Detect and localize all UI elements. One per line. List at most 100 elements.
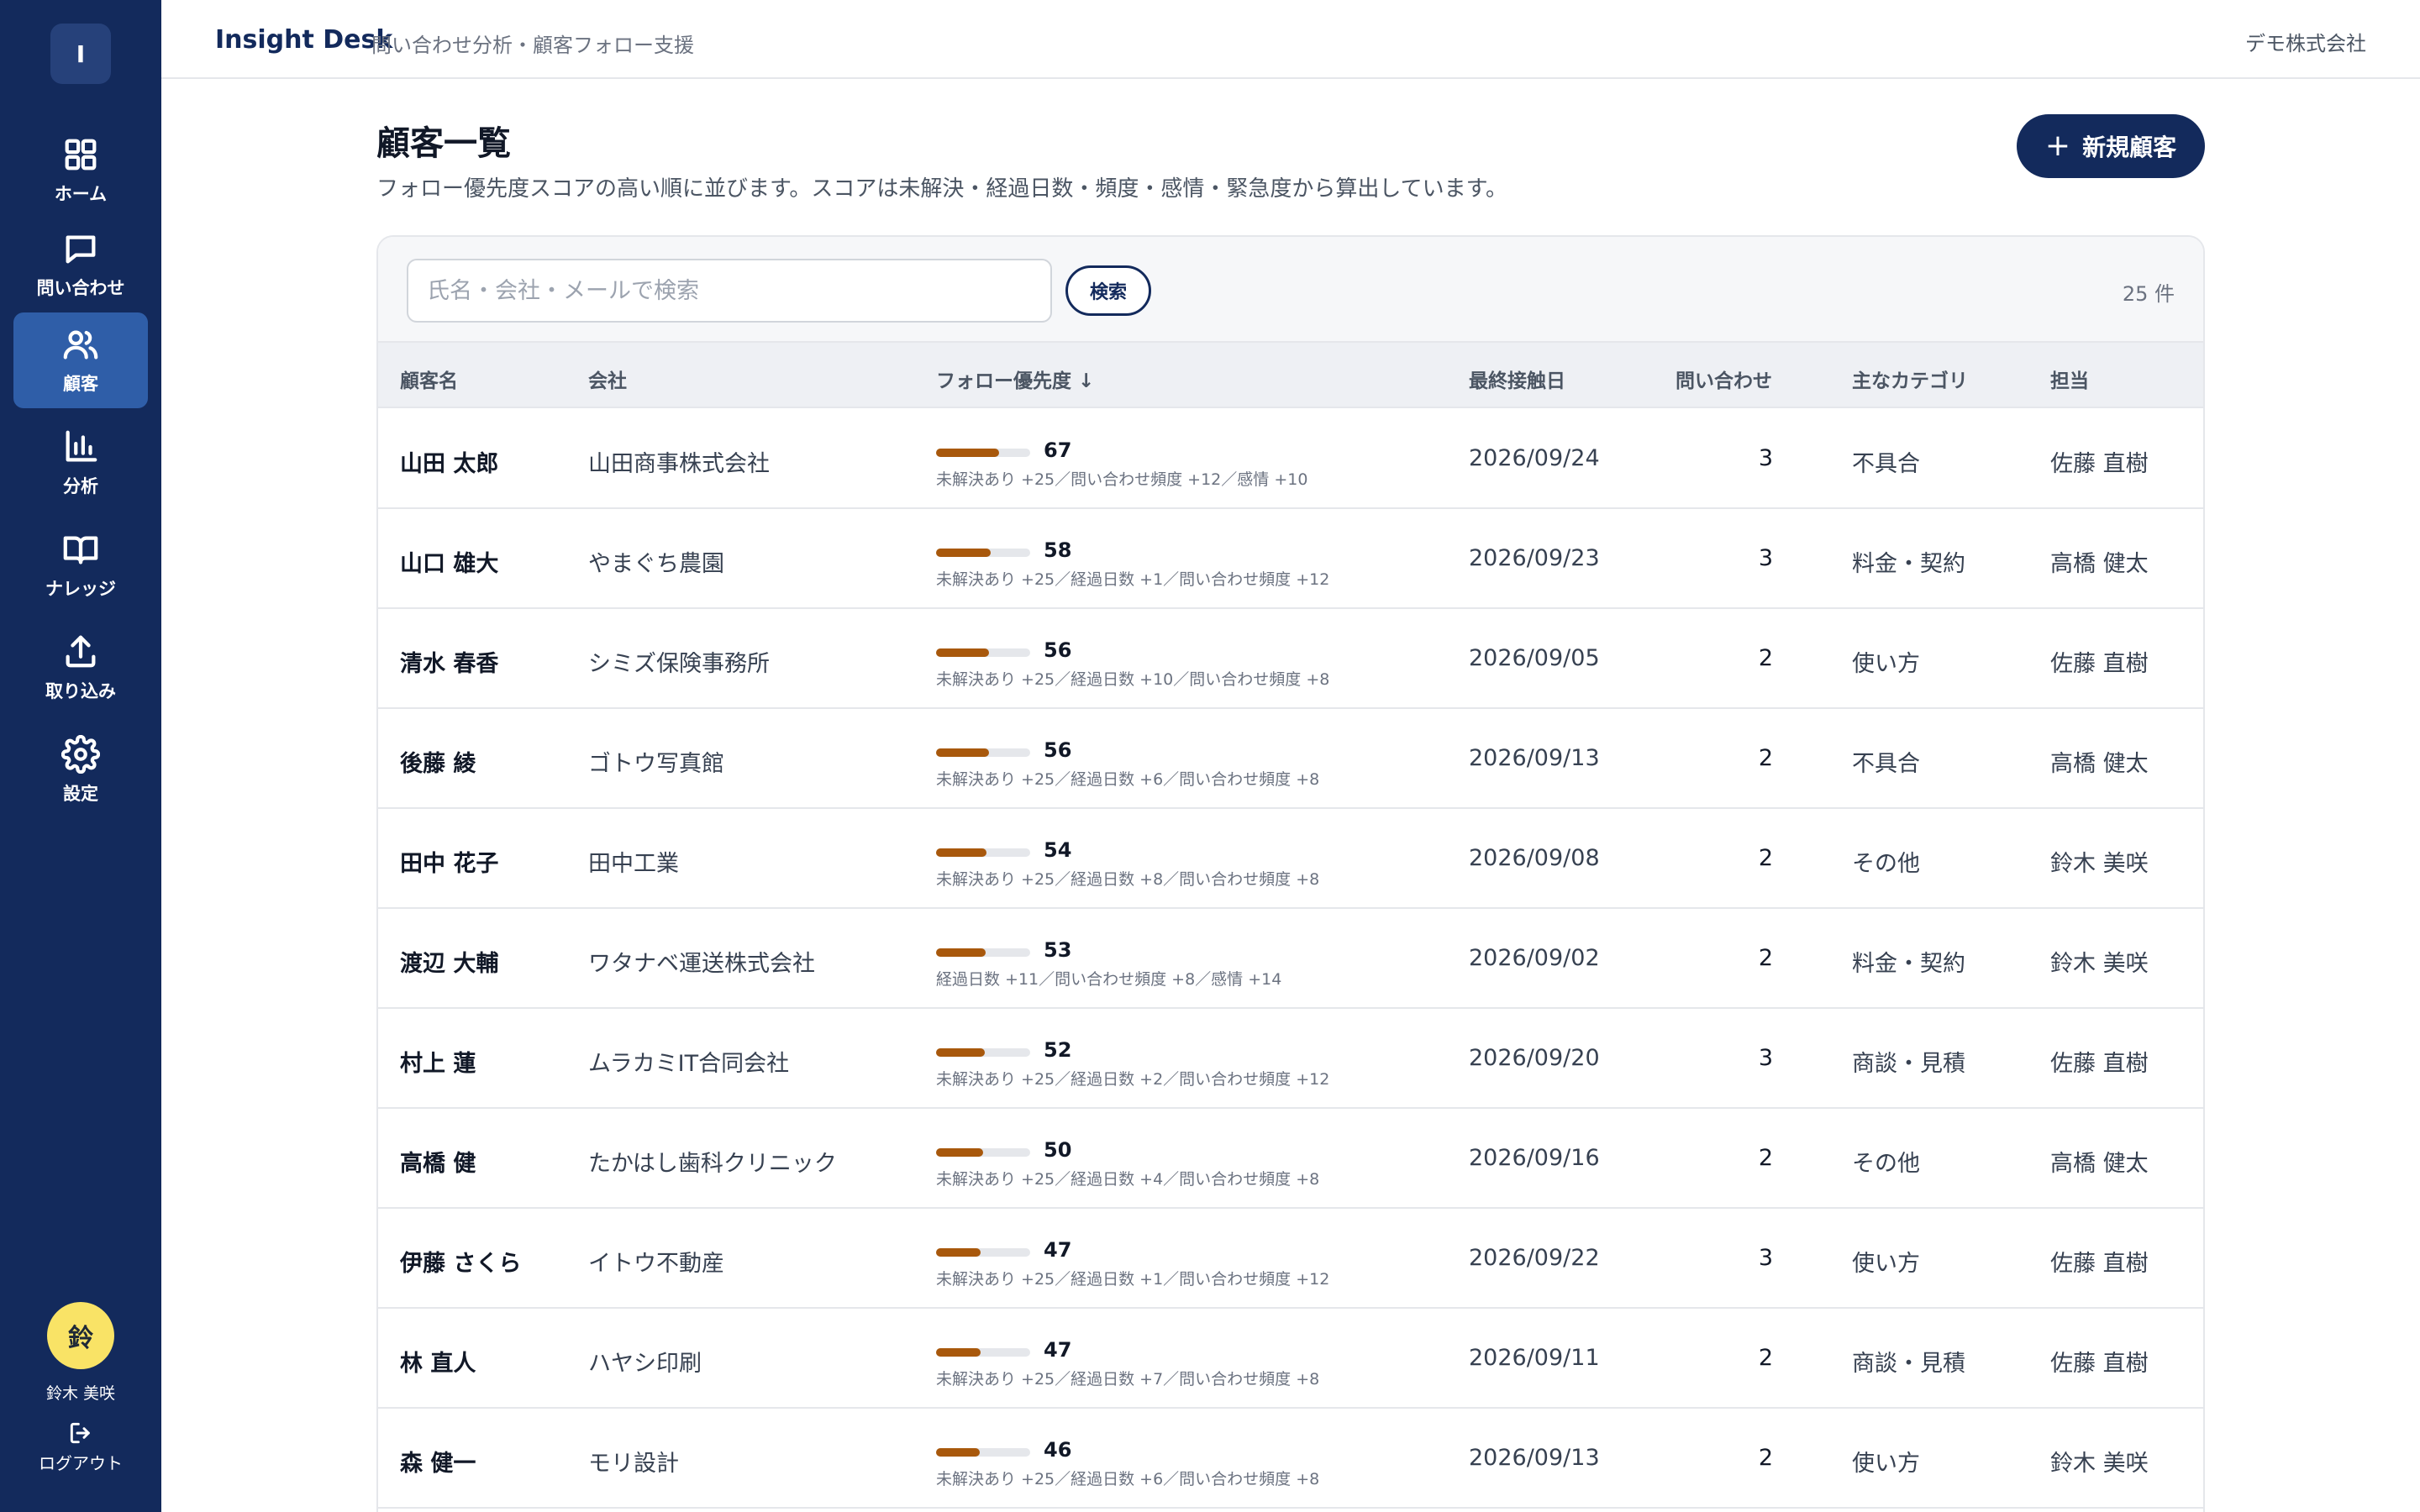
column-header-last-contact[interactable]: 最終接触日 bbox=[1469, 365, 1565, 393]
score-bar-fill bbox=[936, 549, 991, 557]
company-name: 田中工業 bbox=[588, 851, 679, 877]
score-bar-fill bbox=[936, 1148, 983, 1157]
table-row[interactable]: 森 健一 モリ設計 2026/09/13 2 使い方 鈴木 美咲 46 未解決あり +25／経… bbox=[378, 1410, 2203, 1509]
main-category: その他 bbox=[1852, 1151, 1920, 1177]
last-contact-date: 2026/09/22 bbox=[1469, 1245, 1600, 1271]
company-name: 山田商事株式会社 bbox=[588, 451, 770, 477]
search-button[interactable]: 検索 bbox=[1065, 265, 1151, 316]
score-value: 50 bbox=[1044, 1138, 1072, 1162]
last-contact-date: 2026/09/20 bbox=[1469, 1045, 1600, 1071]
owner-name: 鈴木 美咲 bbox=[2050, 851, 2149, 877]
table-row[interactable]: 伊藤 さくら イトウ不動産 2026/09/22 3 使い方 佐藤 直樹 47 未解決あり +… bbox=[378, 1210, 2203, 1309]
company-name: ゴトウ写真館 bbox=[588, 751, 724, 777]
sidebar-item-settings[interactable]: 設定 bbox=[13, 722, 148, 818]
score-bar-track bbox=[936, 848, 1030, 857]
company-name: シミズ保険事務所 bbox=[588, 651, 770, 677]
sidebar-item-home[interactable]: ホーム bbox=[13, 123, 148, 218]
table-row[interactable]: 林 直人 ハヤシ印刷 2026/09/11 2 商談・見積 佐藤 直樹 47 未解決あり +2… bbox=[378, 1310, 2203, 1409]
score-bar-fill bbox=[936, 1348, 981, 1357]
column-header-category[interactable]: 主なカテゴリ bbox=[1852, 365, 1968, 393]
score-value: 54 bbox=[1044, 838, 1072, 862]
score-breakdown: 未解決あり +25／経過日数 +1／問い合わせ頻度 +12 bbox=[936, 570, 1330, 589]
main-category: 使い方 bbox=[1852, 1451, 1920, 1477]
app-logo[interactable]: I bbox=[50, 24, 111, 84]
sidebar-item-customers[interactable]: 顧客 bbox=[13, 312, 148, 408]
score-bar-fill bbox=[936, 748, 989, 757]
table-row[interactable]: 山田 太郎 山田商事株式会社 2026/09/24 3 不具合 佐藤 直樹 67 未解決あり … bbox=[378, 410, 2203, 509]
sidebar-item-label: 設定 bbox=[63, 784, 98, 804]
customer-name[interactable]: 森 健一 bbox=[400, 1445, 476, 1478]
bar-chart-icon bbox=[66, 430, 97, 462]
sidebar-item-inquiries[interactable]: 問い合わせ bbox=[13, 217, 148, 312]
table-row[interactable]: 清水 春香 シミズ保険事務所 2026/09/05 2 使い方 佐藤 直樹 56 未解決あり … bbox=[378, 610, 2203, 709]
table-row[interactable]: 田中 花子 田中工業 2026/09/08 2 その他 鈴木 美咲 54 未解決あり +25／… bbox=[378, 810, 2203, 909]
score-bar-fill bbox=[936, 948, 986, 957]
main-category: 不具合 bbox=[1852, 451, 1920, 477]
customer-name[interactable]: 林 直人 bbox=[400, 1345, 476, 1378]
column-header-name[interactable]: 顧客名 bbox=[400, 365, 458, 393]
new-customer-button[interactable]: + 新規顧客 bbox=[2017, 114, 2205, 178]
new-customer-label: 新規顧客 bbox=[2082, 134, 2177, 161]
customer-name[interactable]: 山口 雄大 bbox=[400, 545, 498, 578]
logout-label: ログアウト bbox=[39, 1453, 123, 1473]
score-bar-fill bbox=[936, 1248, 981, 1257]
user-avatar[interactable]: 鈴 bbox=[47, 1302, 114, 1369]
sidebar-item-knowledge[interactable]: ナレッジ bbox=[13, 517, 148, 613]
score-value: 46 bbox=[1044, 1438, 1072, 1462]
table-row[interactable]: 村上 蓮 ムラカミIT合同会社 2026/09/20 3 商談・見積 佐藤 直樹 52 未解決… bbox=[378, 1010, 2203, 1109]
sidebar-item-label: ホーム bbox=[54, 184, 108, 204]
users-icon bbox=[63, 330, 98, 360]
table-row[interactable]: 後藤 綾 ゴトウ写真館 2026/09/13 2 不具合 高橋 健太 56 未解決あり +25… bbox=[378, 710, 2203, 809]
score-breakdown: 未解決あり +25／経過日数 +6／問い合わせ頻度 +8 bbox=[936, 1470, 1320, 1488]
column-header-owner[interactable]: 担当 bbox=[2050, 365, 2089, 393]
customer-name[interactable]: 清水 春香 bbox=[400, 645, 498, 678]
column-header-company[interactable]: 会社 bbox=[588, 365, 627, 393]
customer-name[interactable]: 伊藤 さくら bbox=[400, 1245, 521, 1278]
table-row[interactable]: 山口 雄大 やまぐち農園 2026/09/23 3 料金・契約 高橋 健太 58 未解決あり … bbox=[378, 510, 2203, 609]
customer-name[interactable]: 山田 太郎 bbox=[400, 445, 498, 478]
column-header-inquiries[interactable]: 問い合わせ bbox=[1676, 365, 1772, 393]
score-bar-track bbox=[936, 948, 1030, 957]
owner-name: 佐藤 直樹 bbox=[2050, 651, 2149, 677]
customer-name[interactable]: 田中 花子 bbox=[400, 845, 498, 878]
score-bar-track bbox=[936, 1348, 1030, 1357]
score-breakdown: 未解決あり +25／問い合わせ頻度 +12／感情 +10 bbox=[936, 470, 1308, 489]
customer-name[interactable]: 渡辺 大輔 bbox=[400, 945, 498, 978]
app-subtitle: 問い合わせ分析・顧客フォロー支援 bbox=[371, 34, 694, 57]
main-category: その他 bbox=[1852, 851, 1920, 877]
owner-name: 高橋 健太 bbox=[2050, 751, 2149, 777]
search-input[interactable] bbox=[407, 259, 1052, 323]
company-name: モリ設計 bbox=[588, 1451, 679, 1477]
logout-button[interactable]: ログアウト bbox=[0, 1420, 161, 1474]
logout-icon bbox=[70, 1422, 90, 1444]
table-row[interactable]: 渡辺 大輔 ワタナベ運送株式会社 2026/09/02 2 料金・契約 鈴木 美咲 53 経過… bbox=[378, 910, 2203, 1009]
score-value: 47 bbox=[1044, 1338, 1072, 1362]
customer-name[interactable]: 村上 蓮 bbox=[400, 1045, 476, 1078]
score-bar-track bbox=[936, 1148, 1030, 1157]
column-header-priority[interactable]: フォロー優先度 ↓ bbox=[936, 365, 1094, 393]
company-name: たかはし歯科クリニック bbox=[588, 1151, 837, 1177]
company-name: ムラカミIT合同会社 bbox=[588, 1051, 790, 1077]
sidebar-item-label: ナレッジ bbox=[45, 579, 116, 599]
main-category: 商談・見積 bbox=[1852, 1051, 1965, 1077]
result-count: 25 件 bbox=[2122, 282, 2175, 306]
score-bar-track bbox=[936, 449, 1030, 457]
sidebar-item-import[interactable]: 取り込み bbox=[13, 620, 148, 716]
inquiry-count: 3 bbox=[1758, 1045, 1773, 1071]
table-row[interactable]: 高橋 健 たかはし歯科クリニック 2026/09/16 2 その他 高橋 健太 50 未解決あ… bbox=[378, 1110, 2203, 1209]
sidebar-item-analytics[interactable]: 分析 bbox=[13, 415, 148, 511]
customer-name[interactable]: 高橋 健 bbox=[400, 1145, 476, 1178]
score-breakdown: 未解決あり +25／経過日数 +6／問い合わせ頻度 +8 bbox=[936, 770, 1320, 789]
main-category: 料金・契約 bbox=[1852, 951, 1965, 977]
customer-name[interactable]: 後藤 綾 bbox=[400, 745, 476, 778]
customer-table-card: 検索 25 件 顧客名 会社 フォロー優先度 ↓ 最終接触日 問い合わせ 主なカ… bbox=[376, 235, 2205, 1512]
user-name: 鈴木 美咲 bbox=[45, 1384, 116, 1403]
score-value: 56 bbox=[1044, 638, 1072, 662]
inquiry-count: 3 bbox=[1758, 1245, 1773, 1271]
sidebar-item-label: 顧客 bbox=[63, 374, 98, 394]
last-contact-date: 2026/09/13 bbox=[1469, 745, 1600, 771]
score-bar-fill bbox=[936, 1048, 985, 1057]
owner-name: 高橋 健太 bbox=[2050, 1151, 2149, 1177]
app-title[interactable]: Insight Desk bbox=[215, 25, 392, 55]
owner-name: 佐藤 直樹 bbox=[2050, 1051, 2149, 1077]
